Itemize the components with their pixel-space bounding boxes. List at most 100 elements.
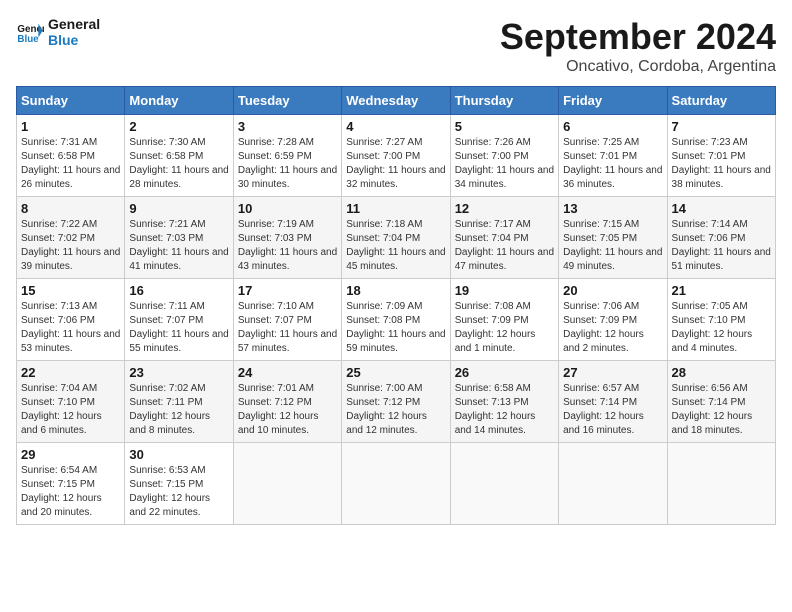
day-info: Sunrise: 6:57 AM Sunset: 7:14 PM Dayligh… bbox=[563, 382, 662, 438]
calendar-cell-5: 5 Sunrise: 7:26 AM Sunset: 7:00 PM Dayli… bbox=[450, 115, 558, 197]
calendar-cell-7: 7 Sunrise: 7:23 AM Sunset: 7:01 PM Dayli… bbox=[667, 115, 775, 197]
sunset-text: Sunset: 6:59 PM bbox=[238, 150, 337, 164]
location-subtitle: Oncativo, Cordoba, Argentina bbox=[500, 58, 776, 76]
calendar-cell-27: 27 Sunrise: 6:57 AM Sunset: 7:14 PM Dayl… bbox=[559, 361, 667, 443]
calendar-cell-11: 11 Sunrise: 7:18 AM Sunset: 7:04 PM Dayl… bbox=[342, 197, 450, 279]
day-number: 11 bbox=[346, 201, 445, 216]
sunset-text: Sunset: 7:12 PM bbox=[346, 396, 445, 410]
day-info: Sunrise: 7:00 AM Sunset: 7:12 PM Dayligh… bbox=[346, 382, 445, 438]
sunset-text: Sunset: 7:09 PM bbox=[455, 314, 554, 328]
sunrise-text: Sunrise: 7:11 AM bbox=[129, 300, 228, 314]
col-monday: Monday bbox=[125, 87, 233, 115]
calendar-cell-28: 28 Sunrise: 6:56 AM Sunset: 7:14 PM Dayl… bbox=[667, 361, 775, 443]
sunset-text: Sunset: 7:00 PM bbox=[346, 150, 445, 164]
sunrise-text: Sunrise: 7:25 AM bbox=[563, 136, 662, 150]
day-number: 8 bbox=[21, 201, 120, 216]
sunrise-text: Sunrise: 7:19 AM bbox=[238, 218, 337, 232]
daylight-text: Daylight: 12 hours and 1 minute. bbox=[455, 328, 554, 356]
calendar-cell-empty-4-3 bbox=[342, 443, 450, 525]
sunrise-text: Sunrise: 7:05 AM bbox=[672, 300, 771, 314]
day-info: Sunrise: 6:56 AM Sunset: 7:14 PM Dayligh… bbox=[672, 382, 771, 438]
calendar-cell-30: 30 Sunrise: 6:53 AM Sunset: 7:15 PM Dayl… bbox=[125, 443, 233, 525]
sunrise-text: Sunrise: 7:08 AM bbox=[455, 300, 554, 314]
sunset-text: Sunset: 7:01 PM bbox=[672, 150, 771, 164]
daylight-text: Daylight: 11 hours and 28 minutes. bbox=[129, 164, 228, 192]
logo: General Blue General Blue bbox=[16, 16, 100, 48]
calendar-cell-23: 23 Sunrise: 7:02 AM Sunset: 7:11 PM Dayl… bbox=[125, 361, 233, 443]
calendar-cell-25: 25 Sunrise: 7:00 AM Sunset: 7:12 PM Dayl… bbox=[342, 361, 450, 443]
sunrise-text: Sunrise: 7:10 AM bbox=[238, 300, 337, 314]
sunset-text: Sunset: 7:04 PM bbox=[346, 232, 445, 246]
daylight-text: Daylight: 11 hours and 30 minutes. bbox=[238, 164, 337, 192]
day-info: Sunrise: 7:31 AM Sunset: 6:58 PM Dayligh… bbox=[21, 136, 120, 192]
day-number: 18 bbox=[346, 283, 445, 298]
calendar-week-row-3: 15 Sunrise: 7:13 AM Sunset: 7:06 PM Dayl… bbox=[17, 279, 776, 361]
day-number: 7 bbox=[672, 119, 771, 134]
day-number: 19 bbox=[455, 283, 554, 298]
daylight-text: Daylight: 11 hours and 41 minutes. bbox=[129, 246, 228, 274]
day-info: Sunrise: 7:30 AM Sunset: 6:58 PM Dayligh… bbox=[129, 136, 228, 192]
day-number: 20 bbox=[563, 283, 662, 298]
day-info: Sunrise: 7:01 AM Sunset: 7:12 PM Dayligh… bbox=[238, 382, 337, 438]
day-number: 27 bbox=[563, 365, 662, 380]
day-number: 16 bbox=[129, 283, 228, 298]
daylight-text: Daylight: 11 hours and 57 minutes. bbox=[238, 328, 337, 356]
day-info: Sunrise: 6:54 AM Sunset: 7:15 PM Dayligh… bbox=[21, 464, 120, 520]
daylight-text: Daylight: 12 hours and 12 minutes. bbox=[346, 410, 445, 438]
day-number: 26 bbox=[455, 365, 554, 380]
day-info: Sunrise: 7:14 AM Sunset: 7:06 PM Dayligh… bbox=[672, 218, 771, 274]
sunrise-text: Sunrise: 7:15 AM bbox=[563, 218, 662, 232]
daylight-text: Daylight: 11 hours and 49 minutes. bbox=[563, 246, 662, 274]
sunrise-text: Sunrise: 6:57 AM bbox=[563, 382, 662, 396]
col-friday: Friday bbox=[559, 87, 667, 115]
calendar-week-row-2: 8 Sunrise: 7:22 AM Sunset: 7:02 PM Dayli… bbox=[17, 197, 776, 279]
sunset-text: Sunset: 7:13 PM bbox=[455, 396, 554, 410]
daylight-text: Daylight: 11 hours and 43 minutes. bbox=[238, 246, 337, 274]
day-info: Sunrise: 7:15 AM Sunset: 7:05 PM Dayligh… bbox=[563, 218, 662, 274]
sunrise-text: Sunrise: 7:02 AM bbox=[129, 382, 228, 396]
calendar-cell-19: 19 Sunrise: 7:08 AM Sunset: 7:09 PM Dayl… bbox=[450, 279, 558, 361]
daylight-text: Daylight: 11 hours and 55 minutes. bbox=[129, 328, 228, 356]
calendar-week-row-1: 1 Sunrise: 7:31 AM Sunset: 6:58 PM Dayli… bbox=[17, 115, 776, 197]
col-wednesday: Wednesday bbox=[342, 87, 450, 115]
sunrise-text: Sunrise: 7:14 AM bbox=[672, 218, 771, 232]
sunrise-text: Sunrise: 7:01 AM bbox=[238, 382, 337, 396]
sunset-text: Sunset: 7:07 PM bbox=[238, 314, 337, 328]
day-number: 5 bbox=[455, 119, 554, 134]
sunset-text: Sunset: 7:15 PM bbox=[21, 478, 120, 492]
sunrise-text: Sunrise: 7:30 AM bbox=[129, 136, 228, 150]
daylight-text: Daylight: 11 hours and 38 minutes. bbox=[672, 164, 771, 192]
sunrise-text: Sunrise: 6:58 AM bbox=[455, 382, 554, 396]
daylight-text: Daylight: 11 hours and 34 minutes. bbox=[455, 164, 554, 192]
calendar-cell-15: 15 Sunrise: 7:13 AM Sunset: 7:06 PM Dayl… bbox=[17, 279, 125, 361]
calendar-cell-8: 8 Sunrise: 7:22 AM Sunset: 7:02 PM Dayli… bbox=[17, 197, 125, 279]
daylight-text: Daylight: 11 hours and 45 minutes. bbox=[346, 246, 445, 274]
calendar-cell-1: 1 Sunrise: 7:31 AM Sunset: 6:58 PM Dayli… bbox=[17, 115, 125, 197]
calendar-cell-empty-4-5 bbox=[559, 443, 667, 525]
day-number: 21 bbox=[672, 283, 771, 298]
day-info: Sunrise: 7:25 AM Sunset: 7:01 PM Dayligh… bbox=[563, 136, 662, 192]
day-info: Sunrise: 7:10 AM Sunset: 7:07 PM Dayligh… bbox=[238, 300, 337, 356]
sunset-text: Sunset: 7:01 PM bbox=[563, 150, 662, 164]
daylight-text: Daylight: 12 hours and 4 minutes. bbox=[672, 328, 771, 356]
col-sunday: Sunday bbox=[17, 87, 125, 115]
day-info: Sunrise: 7:18 AM Sunset: 7:04 PM Dayligh… bbox=[346, 218, 445, 274]
day-info: Sunrise: 7:06 AM Sunset: 7:09 PM Dayligh… bbox=[563, 300, 662, 356]
day-number: 28 bbox=[672, 365, 771, 380]
day-info: Sunrise: 7:28 AM Sunset: 6:59 PM Dayligh… bbox=[238, 136, 337, 192]
daylight-text: Daylight: 12 hours and 18 minutes. bbox=[672, 410, 771, 438]
logo-blue-text: Blue bbox=[48, 32, 100, 48]
sunrise-text: Sunrise: 7:26 AM bbox=[455, 136, 554, 150]
daylight-text: Daylight: 11 hours and 39 minutes. bbox=[21, 246, 120, 274]
calendar-cell-13: 13 Sunrise: 7:15 AM Sunset: 7:05 PM Dayl… bbox=[559, 197, 667, 279]
calendar-week-row-4: 22 Sunrise: 7:04 AM Sunset: 7:10 PM Dayl… bbox=[17, 361, 776, 443]
day-info: Sunrise: 7:17 AM Sunset: 7:04 PM Dayligh… bbox=[455, 218, 554, 274]
calendar-cell-empty-4-4 bbox=[450, 443, 558, 525]
sunset-text: Sunset: 7:02 PM bbox=[21, 232, 120, 246]
day-number: 2 bbox=[129, 119, 228, 134]
sunrise-text: Sunrise: 7:31 AM bbox=[21, 136, 120, 150]
sunset-text: Sunset: 6:58 PM bbox=[129, 150, 228, 164]
day-info: Sunrise: 6:53 AM Sunset: 7:15 PM Dayligh… bbox=[129, 464, 228, 520]
daylight-text: Daylight: 11 hours and 53 minutes. bbox=[21, 328, 120, 356]
calendar-table: Sunday Monday Tuesday Wednesday Thursday… bbox=[16, 86, 776, 525]
